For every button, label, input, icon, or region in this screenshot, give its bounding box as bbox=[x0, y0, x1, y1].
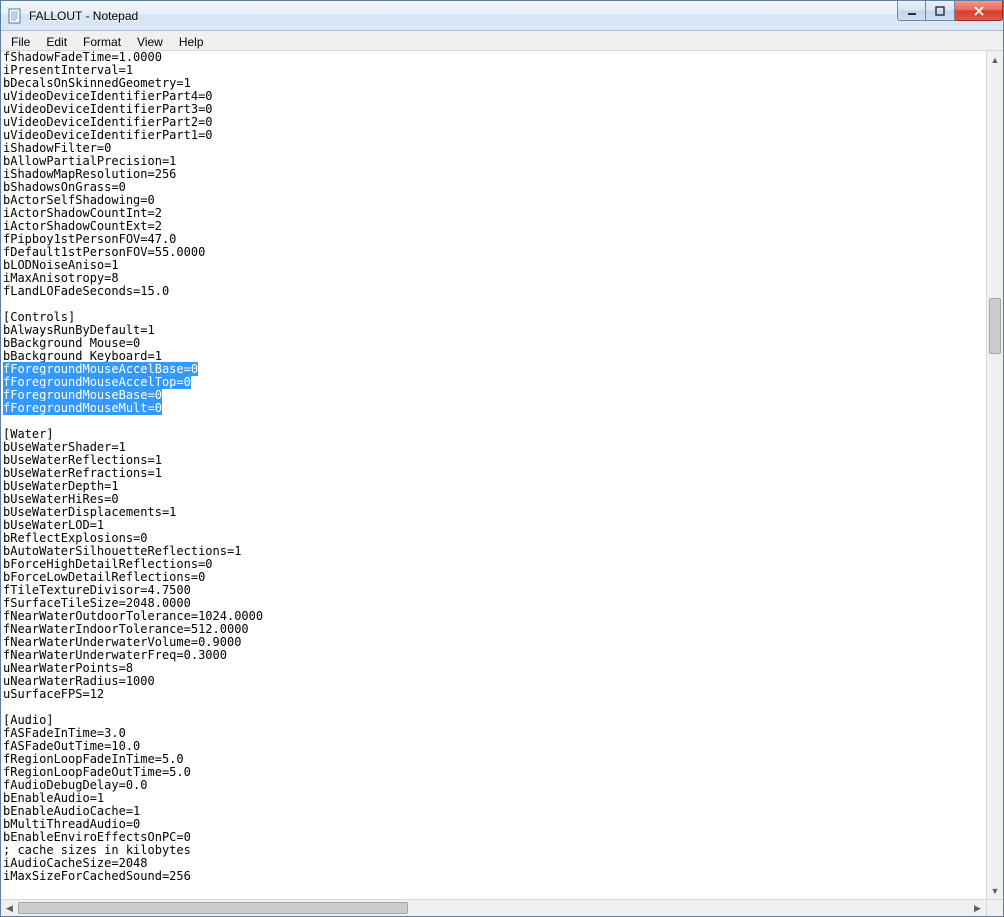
maximize-button[interactable] bbox=[926, 1, 955, 21]
menu-edit[interactable]: Edit bbox=[38, 31, 75, 50]
vertical-scrollbar[interactable]: ▲ ▼ bbox=[986, 51, 1003, 899]
scroll-right-arrow-icon[interactable]: ▶ bbox=[969, 900, 986, 916]
window-frame: FALLOUT - Notepad File Edit Format View … bbox=[0, 0, 1004, 917]
vertical-scroll-thumb[interactable] bbox=[989, 298, 1001, 354]
size-grip[interactable] bbox=[986, 899, 1003, 916]
close-button[interactable] bbox=[955, 1, 1003, 21]
menu-help[interactable]: Help bbox=[171, 31, 212, 50]
notepad-icon bbox=[7, 8, 23, 24]
scroll-left-arrow-icon[interactable]: ◀ bbox=[1, 900, 18, 916]
menu-format[interactable]: Format bbox=[75, 31, 129, 50]
editor-content[interactable]: fShadowFadeTime=1.0000iPresentInterval=1… bbox=[3, 51, 984, 883]
menu-view[interactable]: View bbox=[129, 31, 171, 50]
horizontal-scroll-thumb[interactable] bbox=[18, 902, 408, 914]
vertical-scroll-track[interactable] bbox=[987, 68, 1003, 882]
window-title: FALLOUT - Notepad bbox=[29, 9, 138, 23]
title-bar[interactable]: FALLOUT - Notepad bbox=[1, 1, 1003, 31]
menu-file[interactable]: File bbox=[3, 31, 38, 50]
menu-bar: File Edit Format View Help bbox=[1, 31, 1003, 51]
minimize-button[interactable] bbox=[897, 1, 926, 21]
horizontal-scroll-track[interactable] bbox=[18, 900, 969, 916]
scroll-up-arrow-icon[interactable]: ▲ bbox=[987, 51, 1003, 68]
text-editor[interactable]: fShadowFadeTime=1.0000iPresentInterval=1… bbox=[1, 51, 986, 899]
scroll-down-arrow-icon[interactable]: ▼ bbox=[987, 882, 1003, 899]
horizontal-scrollbar[interactable]: ◀ ▶ bbox=[1, 899, 986, 916]
window-controls bbox=[897, 1, 1003, 21]
client-area: fShadowFadeTime=1.0000iPresentInterval=1… bbox=[1, 51, 1003, 916]
